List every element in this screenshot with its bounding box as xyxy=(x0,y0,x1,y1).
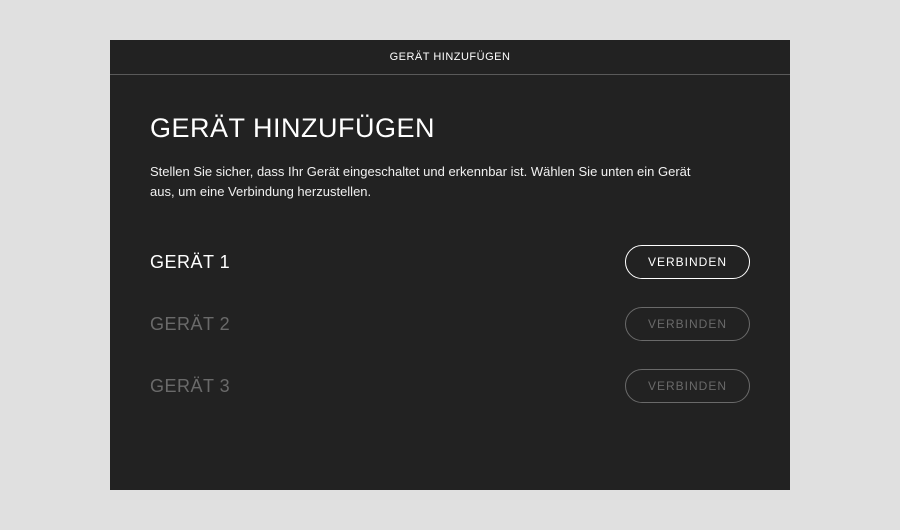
device-name: GERÄT 1 xyxy=(150,252,230,273)
device-name: GERÄT 3 xyxy=(150,376,230,397)
device-row-1: GERÄT 1 VERBINDEN xyxy=(150,245,750,279)
panel-body: GERÄT HINZUFÜGEN Stellen Sie sicher, das… xyxy=(110,75,790,490)
add-device-panel: GERÄT HINZUFÜGEN GERÄT HINZUFÜGEN Stelle… xyxy=(110,40,790,490)
device-name: GERÄT 2 xyxy=(150,314,230,335)
device-row-3: GERÄT 3 VERBINDEN xyxy=(150,369,750,403)
device-list: GERÄT 1 VERBINDEN GERÄT 2 VERBINDEN GERÄ… xyxy=(150,245,750,403)
panel-header-title: GERÄT HINZUFÜGEN xyxy=(390,51,511,63)
connect-button-2[interactable]: VERBINDEN xyxy=(625,307,750,341)
page-description: Stellen Sie sicher, dass Ihr Gerät einge… xyxy=(150,162,710,201)
connect-button-1[interactable]: VERBINDEN xyxy=(625,245,750,279)
panel-header: GERÄT HINZUFÜGEN xyxy=(110,40,790,75)
device-row-2: GERÄT 2 VERBINDEN xyxy=(150,307,750,341)
page-title: GERÄT HINZUFÜGEN xyxy=(150,113,750,144)
connect-button-3[interactable]: VERBINDEN xyxy=(625,369,750,403)
